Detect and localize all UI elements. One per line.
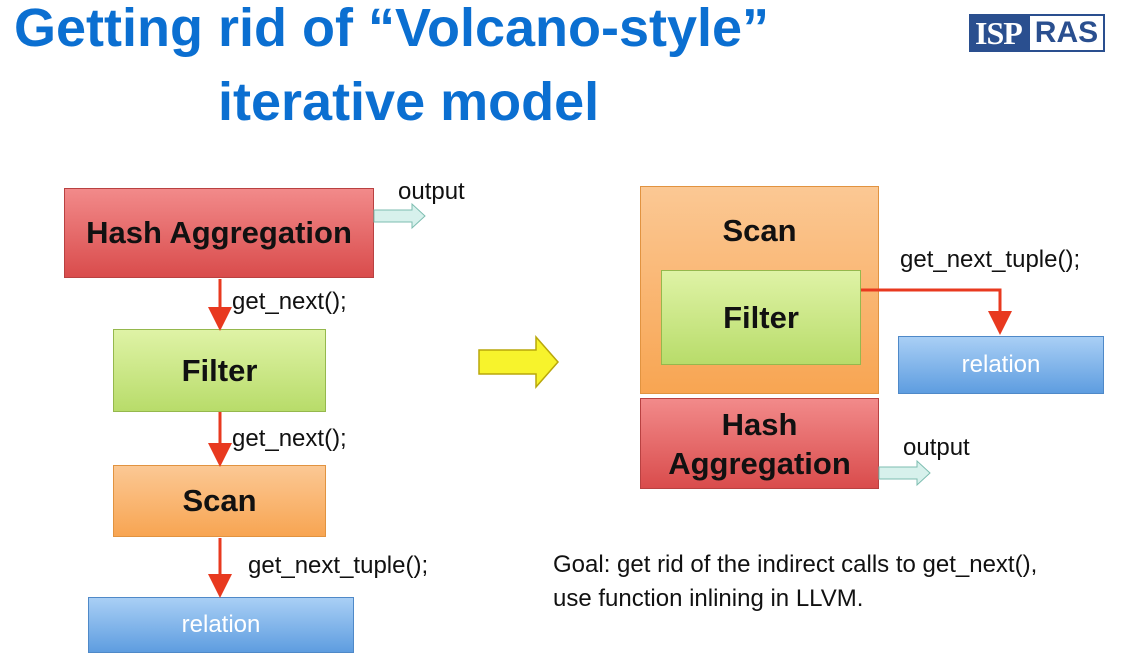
- right-relation-box: relation: [898, 336, 1104, 394]
- logo-isp: ISP: [969, 14, 1028, 52]
- right-hash-label-line1: Hash: [721, 406, 798, 442]
- left-filter-box: Filter: [113, 329, 326, 412]
- right-call-get-next-tuple: get_next_tuple();: [900, 246, 1081, 273]
- right-hash-aggregation-box: Hash Aggregation: [640, 398, 879, 489]
- left-output-label: output: [398, 178, 465, 205]
- goal-line1: Goal: get rid of the indirect calls to g…: [553, 551, 1038, 578]
- right-output-label: output: [903, 434, 970, 461]
- left-scan-box: Scan: [113, 465, 326, 537]
- right-output-arrow: [878, 459, 931, 487]
- isp-ras-logo: ISP RAS: [969, 14, 1117, 52]
- left-output-arrow: [373, 202, 426, 230]
- left-hash-aggregation-box: Hash Aggregation: [64, 188, 374, 278]
- left-relation-box: relation: [88, 597, 354, 653]
- left-call-get-next-1: get_next();: [232, 288, 347, 315]
- goal-text: Goal: get rid of the indirect calls to g…: [553, 548, 1037, 616]
- right-hash-label-line2: Aggregation: [668, 445, 851, 481]
- right-call-arrow: [861, 288, 1012, 335]
- transition-arrow: [478, 335, 559, 389]
- left-call-get-next-tuple: get_next_tuple();: [248, 552, 429, 579]
- right-filter-box: Filter: [661, 270, 861, 365]
- logo-ras: RAS: [1027, 14, 1106, 52]
- left-call-get-next-2: get_next();: [232, 425, 347, 452]
- slide-title-line2: iterative model: [218, 72, 600, 132]
- goal-line2: use function inlining in LLVM.: [553, 585, 864, 612]
- slide-title-line1: Getting rid of “Volcano-style”: [14, 0, 770, 58]
